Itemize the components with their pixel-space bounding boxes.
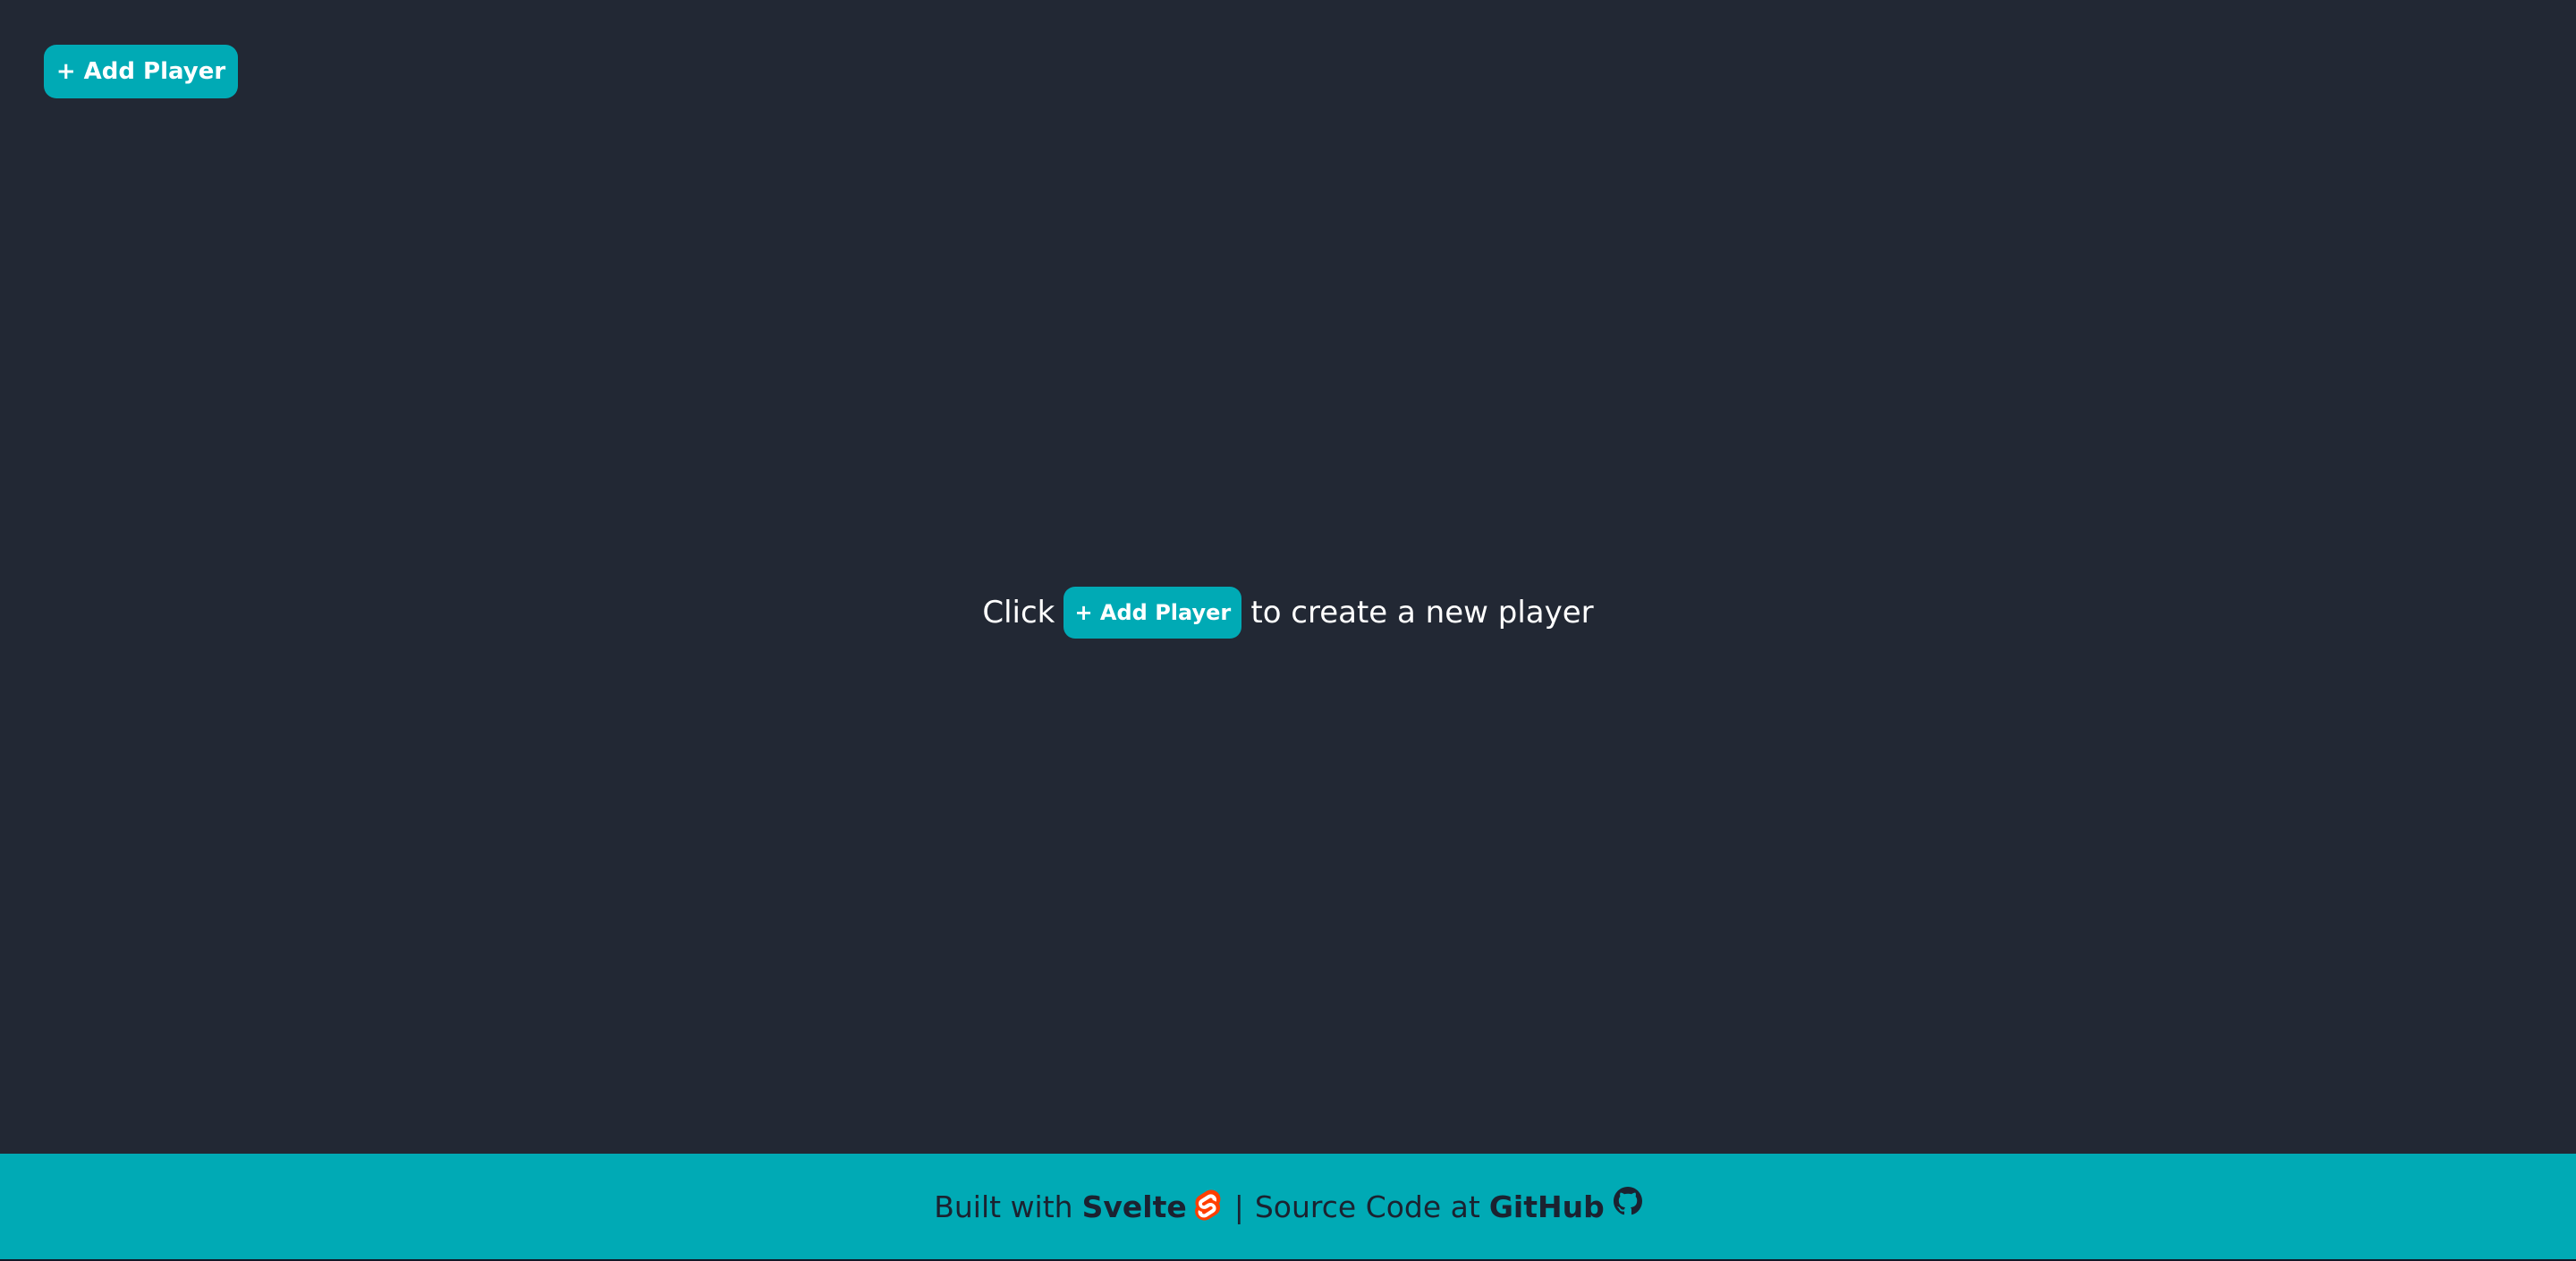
empty-state-message: Click + Add Player to create a new playe… (0, 586, 2576, 639)
source-code-text: Source Code at (1254, 1189, 1480, 1224)
github-icon[interactable] (1613, 1187, 1642, 1215)
inline-add-player-button[interactable]: + Add Player (1063, 587, 1242, 639)
footer-divider: | (1233, 1189, 1244, 1224)
empty-state-prefix: Click (982, 595, 1055, 630)
svelte-icon (1194, 1189, 1224, 1223)
footer: Built with Svelte | Source Code at GitHu… (0, 1154, 2576, 1261)
app-page: + Add Player Click + Add Player to creat… (0, 0, 2576, 1261)
add-player-button[interactable]: + Add Player (44, 45, 238, 98)
empty-state-suffix: to create a new player (1250, 595, 1594, 630)
built-with-text: Built with (934, 1189, 1073, 1224)
svelte-link[interactable]: Svelte (1082, 1189, 1187, 1224)
github-link[interactable]: GitHub (1489, 1189, 1605, 1224)
